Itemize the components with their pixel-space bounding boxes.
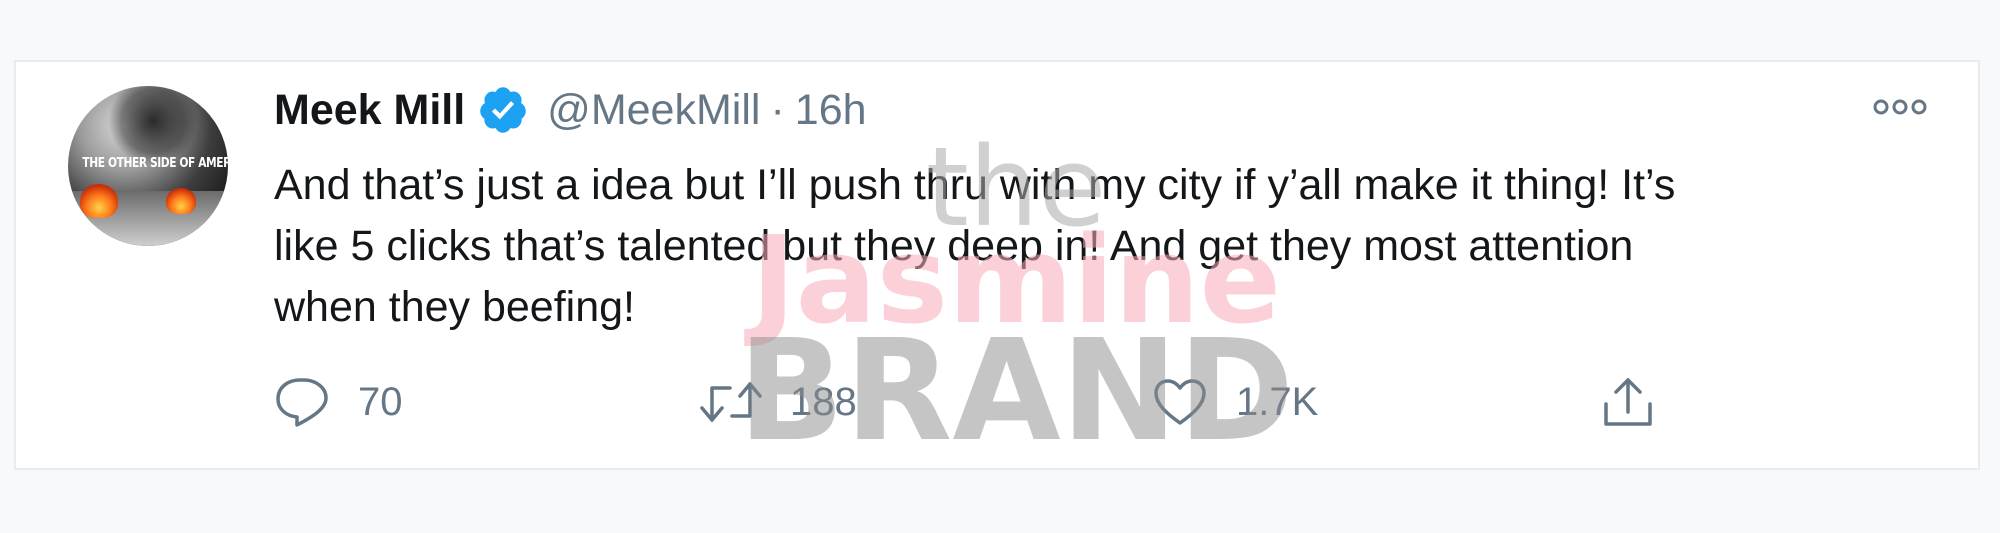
reply-count: 70 (358, 379, 403, 424)
retweet-count: 188 (790, 379, 857, 424)
tweet-text: And that’s just a idea but I’ll push thr… (274, 161, 1676, 331)
user-handle[interactable]: @MeekMill (547, 86, 760, 135)
tweet-timestamp[interactable]: 16h (795, 86, 867, 135)
like-count: 1.7K (1236, 379, 1319, 424)
screenshot-stage: THE OTHER SIDE OF AMERICA Meek Mill @Mee… (0, 0, 2000, 533)
retweet-icon (700, 382, 762, 422)
like-button[interactable]: 1.7K (1152, 372, 1318, 432)
reply-button[interactable]: 70 (274, 372, 403, 432)
share-icon (1604, 378, 1652, 426)
more-options-icon[interactable] (1872, 92, 1928, 122)
retweet-button[interactable]: 188 (700, 372, 857, 432)
verified-badge-icon (480, 87, 526, 133)
tweet-header: Meek Mill @MeekMill · 16h (274, 80, 867, 140)
separator-dot: · (770, 85, 785, 134)
avatar-caption: THE OTHER SIDE OF AMERICA (82, 156, 228, 171)
share-button[interactable] (1600, 372, 1656, 432)
avatar[interactable]: THE OTHER SIDE OF AMERICA (68, 86, 228, 246)
tweet-card[interactable]: THE OTHER SIDE OF AMERICA Meek Mill @Mee… (14, 60, 1980, 470)
reply-icon (276, 378, 328, 427)
heart-icon (1154, 379, 1206, 425)
avatar-fire (80, 184, 118, 218)
tweet-actions: 70 188 1.7K (274, 372, 1674, 432)
display-name[interactable]: Meek Mill (274, 86, 465, 135)
avatar-fire (166, 188, 196, 214)
avatar-smoke (108, 86, 198, 166)
